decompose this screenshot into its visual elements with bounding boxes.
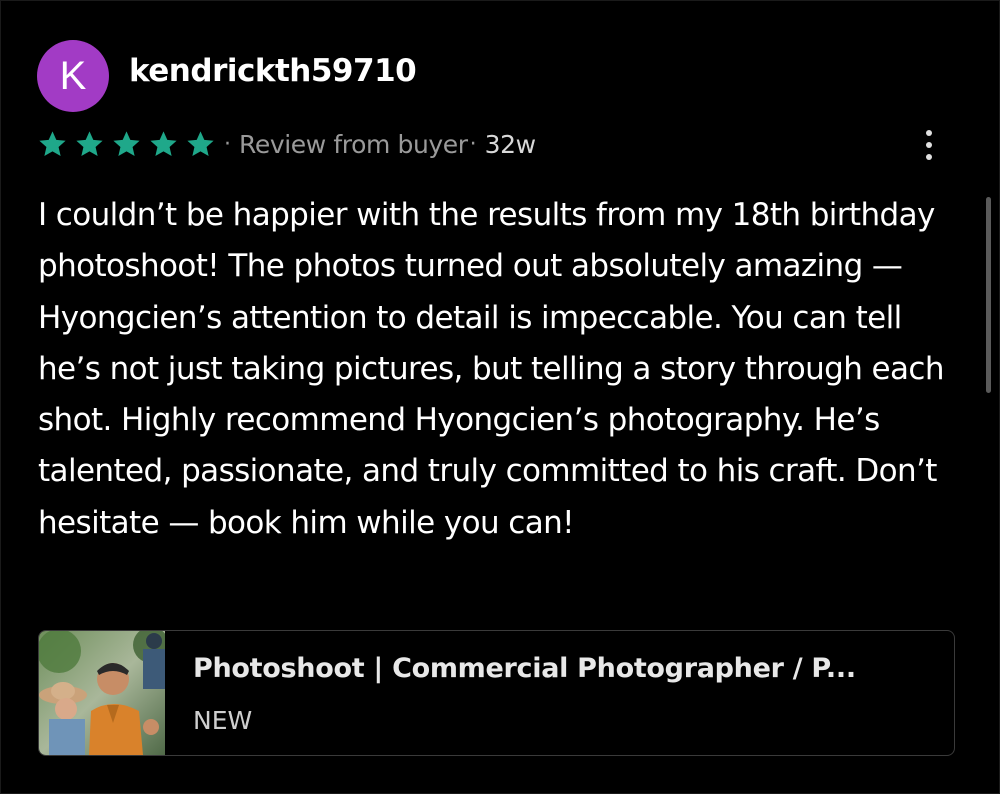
listing-title[interactable]: Photoshoot | Commercial Photographer / P… <box>193 653 856 684</box>
more-vertical-icon[interactable] <box>916 123 942 167</box>
review-text: I couldn’t be happier with the results f… <box>38 197 945 541</box>
star-icon <box>148 129 179 160</box>
review-meta-row: · Review from buyer · 32w <box>37 125 536 163</box>
avatar[interactable]: K <box>37 40 109 112</box>
review-card-screen: K kendrickth59710 · Review from buyer · … <box>0 0 1000 794</box>
review-age: 32w <box>484 129 536 159</box>
meta-separator: · <box>224 131 231 157</box>
meta-separator: · <box>469 131 477 157</box>
star-icon <box>74 129 105 160</box>
listing-badge: NEW <box>193 706 253 735</box>
scrollbar[interactable] <box>986 197 991 393</box>
listing-thumbnail <box>39 631 165 755</box>
listing-card[interactable]: Photoshoot | Commercial Photographer / P… <box>38 630 955 756</box>
star-rating <box>37 129 222 160</box>
star-icon <box>185 129 216 160</box>
star-icon <box>111 129 142 160</box>
star-icon <box>37 129 68 160</box>
avatar-initial: K <box>59 53 87 98</box>
reviewer-username[interactable]: kendrickth59710 <box>129 53 417 89</box>
review-source: Review from buyer <box>239 129 468 159</box>
